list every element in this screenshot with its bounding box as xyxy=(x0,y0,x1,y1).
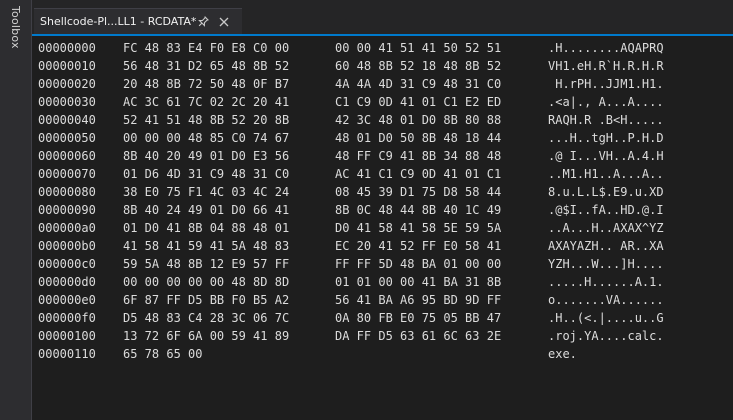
close-icon[interactable] xyxy=(217,14,231,28)
vertical-scrollbar[interactable] xyxy=(721,36,733,420)
ascii-text: exe. xyxy=(548,347,577,361)
ascii-text: ..M1.H1..A...A.. xyxy=(548,167,664,181)
hex-bytes-left: 01 D6 4D 31 C9 48 31 C0 xyxy=(123,167,290,181)
hex-bytes-left: 00 00 00 00 00 48 8D 8D xyxy=(123,275,290,289)
hex-row[interactable]: 00000080 38 E0 75 F1 4C 03 4C 24 08 45 39 … xyxy=(32,183,722,201)
hex-bytes-left: 13 72 6F 6A 00 59 41 89 xyxy=(123,329,290,343)
hex-bytes-right: FF FF 5D 48 BA 01 00 00 xyxy=(335,257,502,271)
hex-bytes-left: 6F 87 FF D5 BB F0 B5 A2 xyxy=(123,293,290,307)
hex-row[interactable]: 00000030 AC 3C 61 7C 02 2C 20 41 C1 C9 0D … xyxy=(32,93,722,111)
hex-bytes-right: EC 20 41 52 FF E0 58 41 xyxy=(335,239,502,253)
hex-bytes-left: D5 48 83 C4 28 3C 06 7C xyxy=(123,311,290,325)
ascii-text: VH1.eH.R`H.R.H.R xyxy=(548,59,664,73)
hex-bytes-right: AC 41 C1 C9 0D 41 01 C1 xyxy=(335,167,502,181)
hex-bytes-right: 01 01 00 00 41 BA 31 8B xyxy=(335,275,502,289)
hex-bytes-right: 48 FF C9 41 8B 34 88 48 xyxy=(335,149,502,163)
hex-bytes-left: AC 3C 61 7C 02 2C 20 41 xyxy=(123,95,290,109)
hex-row[interactable]: 00000020 20 48 8B 72 50 48 0F B7 4A 4A 4D … xyxy=(32,75,722,93)
document-tab[interactable]: Shellcode-Pl...LL1 - RCDATA* xyxy=(34,8,242,34)
ascii-text: H.rPH..JJM1.H1. xyxy=(548,77,664,91)
ascii-text: .roj.YA....calc. xyxy=(548,329,664,343)
hex-bytes-left: 65 78 65 00 xyxy=(123,347,203,361)
hex-bytes-left: 56 48 31 D2 65 48 8B 52 xyxy=(123,59,290,73)
hex-bytes-right: C1 C9 0D 41 01 C1 E2 ED xyxy=(335,95,502,109)
hex-row[interactable]: 00000060 8B 40 20 49 01 D0 E3 56 48 FF C9 … xyxy=(32,147,722,165)
hex-row[interactable]: 00000010 56 48 31 D2 65 48 8B 52 60 48 8B … xyxy=(32,57,722,75)
hex-row[interactable]: 00000000 FC 48 83 E4 F0 E8 C0 00 00 00 41 … xyxy=(32,39,722,57)
ascii-text: RAQH.R .B<H..... xyxy=(548,113,664,127)
hex-address: 00000030 xyxy=(38,95,96,109)
tab-title: Shellcode-Pl...LL1 - RCDATA* xyxy=(40,15,197,28)
tab-bar: Shellcode-Pl...LL1 - RCDATA* xyxy=(32,0,733,36)
ascii-text: .@$I..fA..HD.@.I xyxy=(548,203,664,217)
hex-address: 000000b0 xyxy=(38,239,96,253)
hex-row[interactable]: 00000090 8B 40 24 49 01 D0 66 41 8B 0C 48 … xyxy=(32,201,722,219)
hex-address: 00000070 xyxy=(38,167,96,181)
ascii-text: .....H......A.1. xyxy=(548,275,664,289)
hex-address: 00000050 xyxy=(38,131,96,145)
hex-row[interactable]: 000000e0 6F 87 FF D5 BB F0 B5 A2 56 41 BA … xyxy=(32,291,722,309)
hex-bytes-right: DA FF D5 63 61 6C 63 2E xyxy=(335,329,502,343)
ascii-text: ...H..tgH..P.H.D xyxy=(548,131,664,145)
hex-bytes-left: 41 58 41 59 41 5A 48 83 xyxy=(123,239,290,253)
hex-bytes-right: 8B 0C 48 44 8B 40 1C 49 xyxy=(335,203,502,217)
hex-bytes-right: 56 41 BA A6 95 BD 9D FF xyxy=(335,293,502,307)
ascii-text: .@ I...VH..A.4.H xyxy=(548,149,664,163)
hex-bytes-right: D0 41 58 41 58 5E 59 5A xyxy=(335,221,502,235)
ascii-text: YZH...W...]H.... xyxy=(548,257,664,271)
ascii-text: .H........AQAPRQ xyxy=(548,41,664,55)
hex-bytes-right: 00 00 41 51 41 50 52 51 xyxy=(335,41,502,55)
hex-address: 00000010 xyxy=(38,59,96,73)
hex-address: 00000060 xyxy=(38,149,96,163)
hex-address: 00000090 xyxy=(38,203,96,217)
toolbox-label[interactable]: Toolbox xyxy=(9,6,22,49)
ascii-text: ..A...H..AXAX^YZ xyxy=(548,221,664,235)
hex-bytes-left: 52 41 51 48 8B 52 20 8B xyxy=(123,113,290,127)
hex-row[interactable]: 000000c0 59 5A 48 8B 12 E9 57 FF FF FF 5D … xyxy=(32,255,722,273)
hex-bytes-left: 59 5A 48 8B 12 E9 57 FF xyxy=(123,257,290,271)
pin-icon[interactable] xyxy=(196,14,210,28)
hex-address: 000000e0 xyxy=(38,293,96,307)
ascii-text: .H..(<.|....u..G xyxy=(548,311,664,325)
ascii-text: 8.u.L.L$.E9.u.XD xyxy=(548,185,664,199)
hex-address: 000000c0 xyxy=(38,257,96,271)
hex-row[interactable]: 000000d0 00 00 00 00 00 48 8D 8D 01 01 00 … xyxy=(32,273,722,291)
hex-row[interactable]: 00000110 65 78 65 00 exe. xyxy=(32,345,722,363)
hex-address: 00000080 xyxy=(38,185,96,199)
hex-row[interactable]: 000000b0 41 58 41 59 41 5A 48 83 EC 20 41 … xyxy=(32,237,722,255)
hex-address: 00000000 xyxy=(38,41,96,55)
toolbox-panel[interactable]: Toolbox xyxy=(0,0,32,420)
hex-row[interactable]: 00000070 01 D6 4D 31 C9 48 31 C0 AC 41 C1 … xyxy=(32,165,722,183)
hex-row[interactable]: 000000f0 D5 48 83 C4 28 3C 06 7C 0A 80 FB … xyxy=(32,309,722,327)
hex-address: 000000d0 xyxy=(38,275,96,289)
hex-bytes-left: 8B 40 20 49 01 D0 E3 56 xyxy=(123,149,290,163)
hex-address: 00000040 xyxy=(38,113,96,127)
hex-bytes-left: 8B 40 24 49 01 D0 66 41 xyxy=(123,203,290,217)
hex-bytes-left: FC 48 83 E4 F0 E8 C0 00 xyxy=(123,41,290,55)
hex-editor[interactable]: 00000000 FC 48 83 E4 F0 E8 C0 00 00 00 41 … xyxy=(32,36,733,420)
hex-bytes-right: 60 48 8B 52 18 48 8B 52 xyxy=(335,59,502,73)
hex-bytes-left: 20 48 8B 72 50 48 0F B7 xyxy=(123,77,290,91)
ascii-text: AXAYAZH.. AR..XA xyxy=(548,239,664,253)
hex-row[interactable]: 000000a0 01 D0 41 8B 04 88 48 01 D0 41 58 … xyxy=(32,219,722,237)
hex-address: 00000020 xyxy=(38,77,96,91)
hex-address: 00000110 xyxy=(38,347,96,361)
hex-row[interactable]: 00000040 52 41 51 48 8B 52 20 8B 42 3C 48 … xyxy=(32,111,722,129)
hex-bytes-left: 00 00 00 48 85 C0 74 67 xyxy=(123,131,290,145)
app-window: Toolbox Shellcode-Pl...LL1 - RCDATA* 000… xyxy=(0,0,733,420)
hex-row[interactable]: 00000100 13 72 6F 6A 00 59 41 89 DA FF D5 … xyxy=(32,327,722,345)
hex-address: 00000100 xyxy=(38,329,96,343)
hex-bytes-right: 4A 4A 4D 31 C9 48 31 C0 xyxy=(335,77,502,91)
hex-bytes-right: 42 3C 48 01 D0 8B 80 88 xyxy=(335,113,502,127)
ascii-text: o.......VA...... xyxy=(548,293,664,307)
hex-bytes-right: 0A 80 FB E0 75 05 BB 47 xyxy=(335,311,502,325)
ascii-text: .<a|., A...A.... xyxy=(548,95,664,109)
hex-bytes-right: 48 01 D0 50 8B 48 18 44 xyxy=(335,131,502,145)
hex-row[interactable]: 00000050 00 00 00 48 85 C0 74 67 48 01 D0 … xyxy=(32,129,722,147)
hex-address: 000000f0 xyxy=(38,311,96,325)
hex-bytes-left: 01 D0 41 8B 04 88 48 01 xyxy=(123,221,290,235)
hex-address: 000000a0 xyxy=(38,221,96,235)
hex-bytes-right: 08 45 39 D1 75 D8 58 44 xyxy=(335,185,502,199)
hex-bytes-left: 38 E0 75 F1 4C 03 4C 24 xyxy=(123,185,290,199)
